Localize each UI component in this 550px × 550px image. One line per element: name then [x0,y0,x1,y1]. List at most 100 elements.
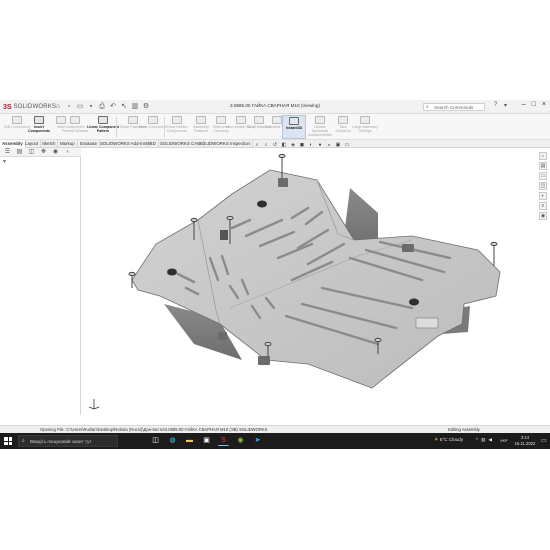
home-icon[interactable]: ⌂ [54,102,62,111]
help-icon[interactable]: ? [492,102,499,109]
tab-layout[interactable]: Layout [23,140,42,148]
speedpak-icon [315,116,325,124]
design-library-icon[interactable]: ▤ [539,162,547,170]
new-icon[interactable]: ▫ [65,102,73,111]
reference-geometry-icon [216,116,226,124]
photo-frame: 3S SOLIDWORKS ⌂ ▫ ▭ ▪ ⎙ ↶ ↖ ▥ ⚙ 3.0885.0… [0,0,550,550]
quick-access-toolbar: ⌂ ▫ ▭ ▪ ⎙ ↶ ↖ ▥ ⚙ [54,102,150,111]
tab-solidworks-inspection[interactable]: SOLIDWORKS Inspection [197,140,253,148]
file-explorer-icon[interactable]: ▬ [184,435,195,446]
search-placeholder: Search Commands [434,105,474,110]
linear-component-pattern-button[interactable]: Linear Component Pattern [86,115,120,139]
pattern-icon [98,116,108,124]
help-icons: ? ▾ [492,102,509,109]
minimize-icon[interactable]: – [522,101,526,108]
appearances-icon[interactable]: ◐ [539,192,547,200]
resources-icon[interactable]: ⌂ [539,152,547,160]
tab-mbd[interactable]: MBD [144,140,159,148]
logo-mark: 3S [3,103,12,111]
tab-solidworks-add-ins[interactable]: SOLIDWORKS Add-Ins [98,140,149,148]
windows-taskbar: ⌕ Введіть пошуковий запит тут ◫ ◍ ▬ ▣ S … [0,433,550,449]
status-bar: Opening File: C:\Users\Ruslan\Desktop\Ro… [0,425,550,433]
telegram-icon[interactable]: ➤ [252,435,263,446]
exploded-view-icon [272,116,282,124]
store-icon[interactable]: ▣ [201,435,212,446]
search-commands-input[interactable]: ⌕ Search Commands [423,103,485,111]
separator [116,117,117,137]
feature-tree-icon[interactable]: ☰ [2,148,13,156]
open-icon[interactable]: ▭ [76,102,84,111]
configuration-manager-icon[interactable]: ◫ [26,148,37,156]
status-editing-assembly: Editing Assembly [448,427,480,432]
large-assembly-icon [360,116,370,124]
weather-text: 5°C Cloudy [439,437,464,442]
system-tray: ^ ▥ ◀ [476,437,492,443]
task-view-icon[interactable]: ◫ [150,435,161,446]
chrome-icon[interactable]: ◉ [235,435,246,446]
windows-search-input[interactable]: ⌕ Введіть пошуковий запит тут [18,435,118,447]
large-assembly-settings-button[interactable]: Large Assembly Settings [352,115,378,139]
command-label: Large Assembly Settings [352,125,378,134]
select-icon[interactable]: ↖ [120,102,128,111]
taskbar-apps: ◫ ◍ ▬ ▣ S ◉ ➤ [150,435,263,446]
instant3d-icon [289,117,299,125]
language-indicator[interactable]: УКР [500,438,508,443]
chevron-up-icon[interactable]: ^ [476,437,478,443]
skid-plate-model[interactable] [82,148,538,415]
search-icon: ⌕ [22,438,25,444]
file-explorer-icon[interactable]: ▭ [539,172,547,180]
tab-evaluate[interactable]: Evaluate [78,140,101,148]
close-icon[interactable]: × [542,101,546,108]
notifications-icon[interactable]: ▭ [541,437,547,444]
forum-icon[interactable]: ◉ [539,212,547,220]
graphics-area[interactable] [82,148,538,415]
fastener-icon [128,116,138,124]
document-title: 3.0885.00 ГАЙКА СВАРНАЯ М10 (Viewing) [230,103,320,108]
command-manager: Edit Component Insert Components Mate Co… [0,114,550,140]
maximize-icon[interactable]: □ [532,101,536,108]
network-icon[interactable]: ▥ [481,437,485,443]
property-manager-icon[interactable]: ▤ [14,148,25,156]
filter-icon[interactable]: ▼ [2,159,7,165]
screen: 3S SOLIDWORKS ⌂ ▫ ▭ ▪ ⎙ ↶ ↖ ▥ ⚙ 3.0885.0… [0,100,550,449]
rebuild-icon[interactable]: ▥ [131,102,139,111]
title-bar: 3S SOLIDWORKS ⌂ ▫ ▭ ▪ ⎙ ↶ ↖ ▥ ⚙ 3.0885.0… [0,100,550,114]
chevron-right-icon[interactable]: › [62,148,73,156]
print-icon[interactable]: ⎙ [98,102,106,111]
update-speedpak-button[interactable]: Update Speedpak Subassemblies [306,115,334,139]
weather-widget[interactable]: ☀ 5°C Cloudy [434,437,463,443]
save-icon[interactable]: ▪ [87,102,95,111]
dimxpert-icon[interactable]: ✥ [38,148,49,156]
edge-icon[interactable]: ◍ [167,435,178,446]
snapshot-icon [338,116,348,124]
status-message: Opening File: C:\Users\Ruslan\Desktop\Ro… [40,427,268,432]
view-palette-icon[interactable]: ◫ [539,182,547,190]
feature-manager-tabs: ☰ ▤ ◫ ✥ ◉ › [0,148,81,157]
clock[interactable]: 3:14 16.11.2022 [512,435,538,447]
instant3d-button[interactable]: Instant3D [282,115,306,139]
command-label: Instant3D [285,126,303,130]
cloud-sun-icon: ☀ [434,437,439,443]
tab-sketch[interactable]: Sketch [40,140,59,148]
command-label: Update Speedpak Subassemblies [307,125,333,138]
windows-start-icon[interactable] [4,437,12,445]
bracket [220,230,228,240]
options-icon[interactable]: ⚙ [142,102,150,111]
tab-assembly[interactable]: Assembly [0,140,26,148]
solidworks-logo[interactable]: 3S SOLIDWORKS [3,102,56,112]
tab-markup[interactable]: Markup [58,140,78,148]
chevron-down-icon[interactable]: ▾ [502,102,509,109]
custom-properties-icon[interactable]: ≡ [539,202,547,210]
logo-text: SOLIDWORKS [13,104,57,110]
volume-icon[interactable]: ◀ [489,437,493,443]
display-manager-icon[interactable]: ◉ [50,148,61,156]
take-snapshot-button[interactable]: Take Snapshot [332,115,354,139]
window-controls: – □ × [522,101,546,108]
coordinate-triad-icon [88,399,100,410]
command-label: Linear Component Pattern [87,125,119,134]
preview-window-icon [70,116,80,124]
undo-icon[interactable]: ↶ [109,102,117,111]
task-pane-tabs: ⌂ ▤ ▭ ◫ ◐ ≡ ◉ [539,152,549,222]
solidworks-app-icon[interactable]: S [218,435,229,446]
move-icon [148,116,158,124]
